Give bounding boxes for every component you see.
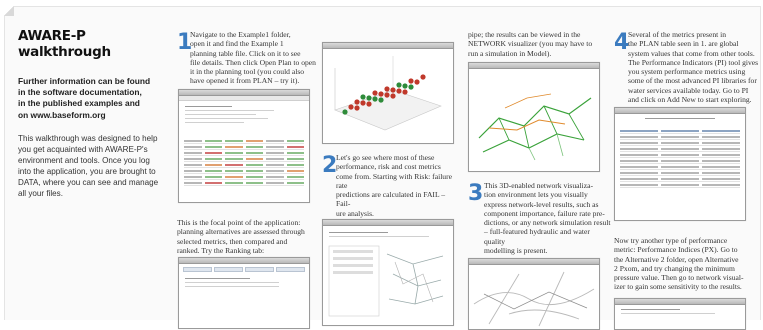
step-3-number: 3 [468,181,484,206]
scatter-dot [390,87,396,93]
step-1-text: Navigate to the Example1 folder, open it… [190,30,316,86]
pi-table [620,128,740,214]
fail-analysis-screenshot [322,219,454,326]
3d-network-view [478,93,592,161]
planning-table [184,138,304,196]
scatter-dot [366,101,372,107]
scatter-dot [390,93,396,99]
scatter-dot [396,88,402,94]
3d-scatter-plot [334,56,442,131]
step-2-text: Let's go see where most of these perform… [336,153,452,218]
ranking-tab-screenshot [178,257,310,329]
page-title: AWARE-P walkthrough [18,28,111,60]
risk-3d-plot-screenshot [322,42,454,144]
pi-tool-screenshot [614,107,746,221]
scatter-dot [384,92,390,98]
network-visualizer-screenshot [468,62,600,172]
intro-paragraph: This walkthrough was designed to help yo… [18,133,159,198]
scatter-dot [360,94,366,100]
scatter-dot [420,74,426,80]
scatter-dot [378,97,384,103]
scatter-dot [372,96,378,102]
scatter-dot [402,83,408,89]
step-4b-text: Now try another type of performance metr… [614,236,744,292]
scatter-dot [342,109,348,115]
scatter-dot [408,84,414,90]
scatter-dot [360,100,366,106]
step-3-text: This 3D-enabled network visualiza- tion … [484,181,611,256]
ranking-tabs [183,267,305,272]
step-2b-text: pipe; the results can be viewed in the N… [468,30,593,58]
intro-column: AWARE-P walkthrough Further information … [18,28,168,199]
scatter-dot [414,79,420,85]
network-map-screenshot [468,258,600,330]
scatter-dot [408,78,414,84]
scatter-dot [354,99,360,105]
px-tool-screenshot [614,298,746,330]
step-4-text: Several of the metrics present in the PL… [628,30,759,105]
network-map-thumbnail [328,245,444,317]
scatter-dot [396,82,402,88]
scatter-dot [378,91,384,97]
file-details-block [185,106,303,126]
scatter-dot [402,89,408,95]
plan-table-screenshot [178,89,310,203]
scatter-dot [366,95,372,101]
scatter-dot [372,90,378,96]
page-fold-corner [4,6,14,16]
scatter-dot [354,105,360,111]
further-info-text: Further information can be found in the … [18,76,151,120]
scatter-dot [348,104,354,110]
scatter-dot [384,86,390,92]
window-menubar [179,96,309,101]
street-network-thumbnail [473,271,595,327]
step-1b-text: This is the focal point of the applicati… [177,218,305,255]
